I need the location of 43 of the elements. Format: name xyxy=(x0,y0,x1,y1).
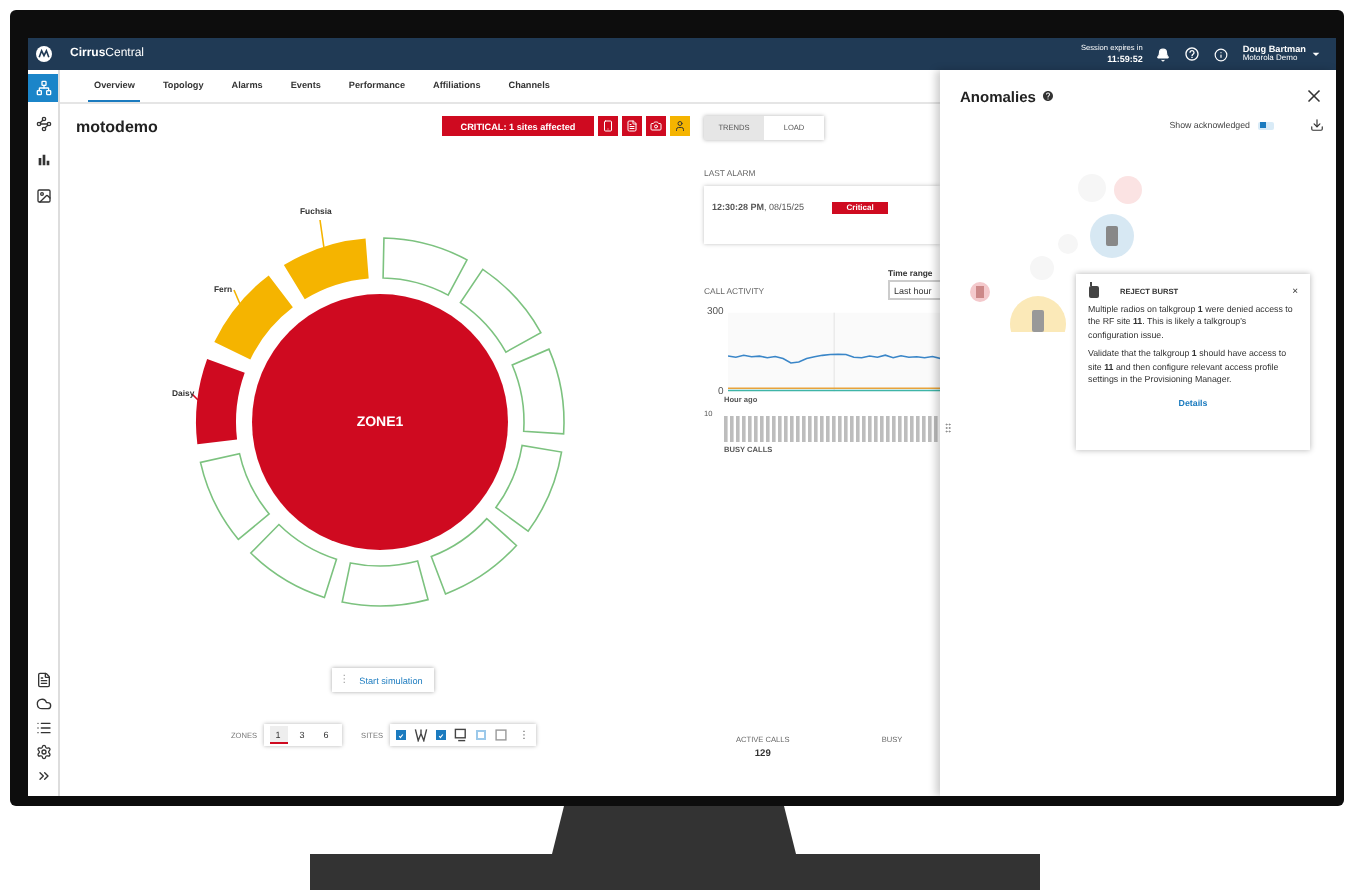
image-icon xyxy=(35,188,51,204)
site-segment[interactable] xyxy=(495,444,563,532)
route-icon xyxy=(35,116,51,132)
info-icon[interactable] xyxy=(1214,47,1229,61)
list-icon[interactable] xyxy=(35,720,51,736)
leader-line xyxy=(191,393,199,401)
alert-action-button[interactable] xyxy=(646,116,666,136)
download-icon[interactable] xyxy=(1310,118,1324,132)
help-icon[interactable] xyxy=(1041,90,1054,102)
document-icon[interactable] xyxy=(35,672,51,688)
document-icon xyxy=(626,120,638,132)
alert-action-button[interactable] xyxy=(598,116,618,136)
alert-action-button[interactable] xyxy=(670,116,690,136)
site-segment[interactable] xyxy=(430,517,518,595)
cloud-icon[interactable] xyxy=(35,696,51,712)
page-title: motodemo xyxy=(76,117,158,135)
checkbox[interactable] xyxy=(475,730,486,740)
settings-icon[interactable] xyxy=(35,744,51,760)
network-icon xyxy=(35,80,51,96)
notifications-icon[interactable] xyxy=(1156,47,1171,61)
radio-icon xyxy=(1088,282,1100,298)
checkbox[interactable] xyxy=(395,730,406,740)
leader-line xyxy=(233,289,241,305)
camera-icon xyxy=(650,120,662,132)
monitor-icon xyxy=(453,728,468,742)
site-segment[interactable] xyxy=(196,358,245,445)
bar-chart-icon xyxy=(35,152,51,168)
expand-icon[interactable] xyxy=(35,768,51,784)
toggle-switch[interactable] xyxy=(1258,121,1274,129)
person-icon xyxy=(674,120,686,132)
site-segment[interactable] xyxy=(214,275,293,360)
checkbox[interactable] xyxy=(435,730,446,740)
site-segment[interactable] xyxy=(250,523,338,599)
antenna-icon xyxy=(413,728,428,742)
help-icon[interactable] xyxy=(1184,46,1201,62)
device-icon xyxy=(493,728,508,742)
leader-line xyxy=(319,219,325,249)
phone-icon xyxy=(602,120,614,132)
logo-icon xyxy=(36,46,52,62)
site-segment[interactable] xyxy=(459,268,542,353)
site-segment[interactable] xyxy=(199,452,270,541)
close-icon[interactable] xyxy=(1304,86,1324,106)
alert-action-button[interactable] xyxy=(622,116,642,136)
